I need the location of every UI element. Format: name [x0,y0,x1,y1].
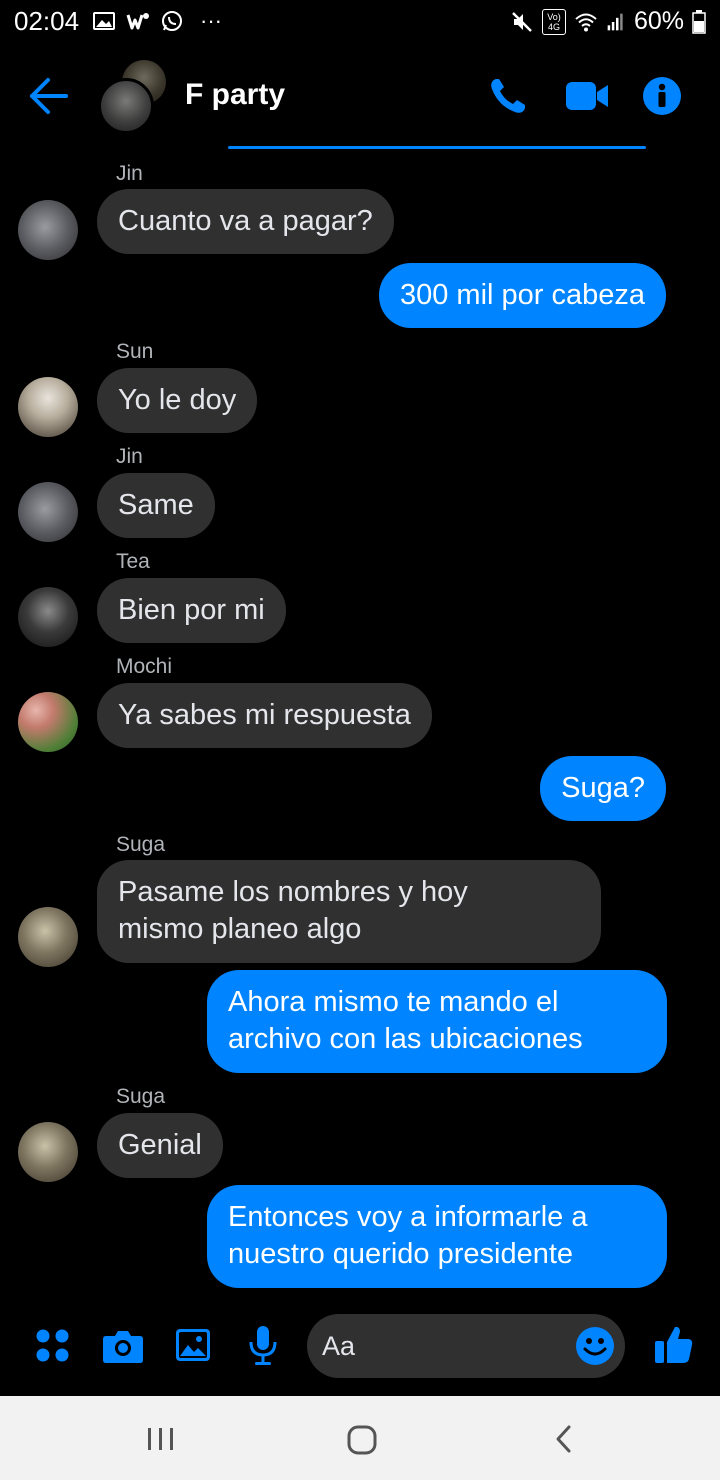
phone-icon[interactable] [488,76,528,116]
incoming-message-bubble[interactable]: Genial [97,1113,223,1178]
group-avatar[interactable] [98,60,170,134]
status-bar: 02:04 ··· Vo) 4G 60% [0,0,720,44]
system-navigation-bar [0,1396,720,1480]
sender-name: Jin [116,445,143,468]
avatar-mochi[interactable] [18,692,78,752]
incoming-message-bubble[interactable]: Cuanto va a pagar? [97,189,394,254]
outgoing-message-bubble[interactable]: Entonces voy a informarle a nuestro quer… [207,1185,667,1288]
sender-name: Suga [116,1085,166,1108]
smiley-icon[interactable] [575,1326,615,1366]
avatar-suga[interactable] [18,907,78,967]
wattpad-notification-icon [126,13,149,30]
video-camera-icon[interactable] [564,80,610,112]
volte-4g-badge: Vo) 4G [541,8,566,35]
image-icon[interactable] [175,1328,211,1362]
gallery-notification-icon [93,12,115,30]
recent-apps-icon[interactable] [146,1426,176,1452]
four-dots-icon[interactable] [35,1328,71,1364]
back-nav-icon[interactable] [554,1424,574,1454]
incoming-message-bubble[interactable]: Ya sabes mi respuesta [97,683,432,748]
wifi-icon [575,13,597,31]
back-arrow-icon[interactable] [28,76,70,116]
camera-icon[interactable] [102,1328,144,1364]
message-input-placeholder: Aa [322,1331,356,1361]
sender-name: Tea [116,550,150,573]
incoming-message-bubble[interactable]: Yo le doy [97,368,258,433]
message-composer: Aa [0,1310,720,1386]
incoming-message-bubble[interactable]: Pasame los nombres y hoy mismo planeo al… [97,860,601,963]
sender-name: Sun [116,340,154,363]
microphone-icon[interactable] [248,1324,278,1366]
info-icon[interactable] [642,76,682,116]
scroll-edge-indicator [228,146,646,149]
sender-name: Mochi [116,655,173,678]
sender-name: Suga [116,833,166,856]
thumbs-up-icon[interactable] [654,1324,694,1364]
status-time: 02:04 [14,6,80,36]
avatar-tea[interactable] [18,587,78,647]
battery-percent: 60% [633,7,684,35]
more-notifications-icon: ··· [200,8,222,33]
message-input[interactable]: Aa [307,1314,625,1378]
incoming-message-bubble[interactable]: Same [97,473,215,538]
incoming-message-bubble[interactable]: Bien por mi [97,578,286,643]
signal-icon [607,13,623,30]
avatar-suga[interactable] [18,1122,78,1182]
sender-name: Jin [116,162,143,185]
mute-icon [512,11,532,32]
outgoing-message-bubble[interactable]: 300 mil por cabeza [378,263,666,328]
avatar-jin[interactable] [18,200,78,260]
outgoing-message-bubble[interactable]: Suga? [540,756,666,821]
whatsapp-notification-icon [162,11,182,31]
system-icons: Vo) 4G 60% [510,7,706,36]
home-icon[interactable] [346,1424,378,1456]
avatar-sun[interactable] [18,377,78,437]
notification-icons: ··· [92,8,222,34]
chat-title[interactable]: F party [185,78,285,112]
battery-icon [692,9,706,34]
avatar-jin[interactable] [18,482,78,542]
outgoing-message-bubble[interactable]: Ahora mismo te mando el archivo con las … [207,970,667,1073]
group-avatar-primary [98,78,154,134]
chat-header: F party [0,50,720,142]
